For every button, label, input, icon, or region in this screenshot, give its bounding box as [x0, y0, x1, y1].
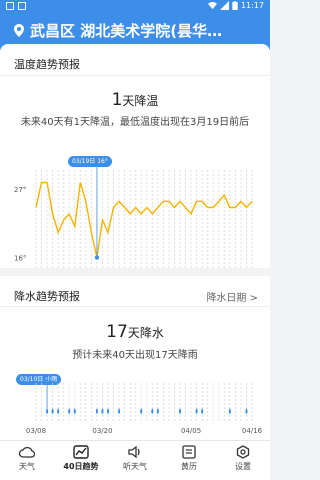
- rain-dates-link[interactable]: 降水日期 >: [206, 289, 258, 304]
- y-tick-label: 16°: [14, 255, 26, 263]
- rain-drop-icon: [228, 408, 231, 414]
- bottom-tab-bar: 天气 40日趋势 听天气 黄历 设置: [0, 440, 270, 480]
- rain-drop-icon: [151, 408, 154, 414]
- calendar-icon: [182, 445, 196, 459]
- rain-drop-icon: [51, 408, 54, 414]
- status-bar: 11:17: [0, 0, 270, 14]
- cooling-days-unit: 天降温: [122, 94, 159, 108]
- speaker-icon: [128, 445, 140, 459]
- rain-days-unit: 天降水: [127, 326, 164, 340]
- tab-40day-trend[interactable]: 40日趋势: [54, 441, 108, 480]
- tab-listen-weather[interactable]: 听天气: [108, 441, 162, 480]
- tab-label: 听天气: [123, 462, 147, 471]
- x-tick-label: 04/16: [242, 427, 263, 435]
- tab-label: 设置: [235, 462, 251, 471]
- tab-almanac[interactable]: 黄历: [162, 441, 216, 480]
- rain-chart[interactable]: 03/08 03/20 04/05 04/16: [0, 381, 270, 437]
- status-time: 11:17: [240, 1, 264, 10]
- section-gap: [0, 268, 270, 276]
- settings-icon: [236, 445, 250, 459]
- temperature-section-title: 温度趋势预报: [14, 58, 80, 71]
- rain-drop-icon: [68, 408, 71, 414]
- system-icons: 11:17: [207, 1, 264, 10]
- rain-summary: 17天降水: [0, 322, 270, 342]
- rain-drop-icon: [117, 408, 121, 414]
- location-title[interactable]: 武昌区 湖北美术学院(昙华…: [30, 20, 260, 41]
- tab-weather[interactable]: 天气: [0, 441, 54, 480]
- tab-label: 40日趋势: [63, 462, 99, 471]
- content-sheet: 温度趋势预报 1天降温 未来40天有1天降温，最低温度出现在3月19日前后 03…: [0, 44, 270, 440]
- x-tick-label: 04/05: [181, 427, 201, 435]
- cloud-icon: [19, 446, 35, 458]
- rain-description: 预计未来40天出现17天降雨: [72, 350, 198, 361]
- rain-drop-icon: [156, 408, 159, 414]
- rain-section-title: 降水趋势预报: [14, 290, 80, 303]
- signal-icon: [219, 1, 229, 10]
- tab-label: 天气: [19, 462, 35, 471]
- battery-icon: [232, 1, 238, 10]
- y-tick-label: 27°: [14, 186, 26, 194]
- x-tick-label: 03/20: [92, 427, 112, 435]
- temperature-line: [35, 181, 253, 258]
- rain-drop-icon: [101, 408, 104, 414]
- notification-icon: [6, 2, 14, 10]
- rain-drop-icon: [95, 408, 99, 414]
- wifi-icon: [207, 1, 217, 10]
- rain-drop-icon: [140, 408, 143, 414]
- section-divider: [0, 306, 270, 307]
- rain-drop-icon: [45, 408, 49, 414]
- rain-drop-icon: [195, 408, 198, 414]
- rain-days-count: 17: [106, 322, 128, 342]
- rain-drop-icon: [178, 408, 182, 414]
- location-pin-icon[interactable]: [14, 24, 24, 37]
- tab-settings[interactable]: 设置: [216, 441, 270, 480]
- cooling-days-count: 1: [111, 90, 123, 110]
- trend-icon: [73, 445, 89, 459]
- temperature-description: 未来40天有1天降温，最低温度出现在3月19日前后: [20, 117, 250, 128]
- notification-icons: [6, 2, 26, 10]
- notification-icon: [18, 2, 26, 10]
- x-tick-label: 03/08: [26, 427, 46, 435]
- section-divider: [0, 75, 270, 76]
- rain-drop-icon: [106, 408, 110, 414]
- tab-label: 黄历: [181, 462, 197, 471]
- temperature-chart[interactable]: 27°16°03/0803/2104/0404/16: [0, 162, 270, 272]
- temperature-summary: 1天降温: [0, 90, 270, 110]
- rain-drop-icon: [73, 408, 76, 414]
- selected-day-point: [94, 255, 100, 260]
- rain-drop-icon: [245, 408, 248, 414]
- rain-drop-icon: [57, 408, 60, 414]
- rain-drop-icon: [201, 408, 204, 414]
